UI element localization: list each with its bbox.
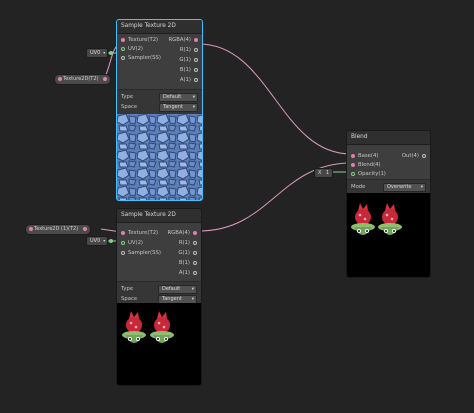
type-dropdown[interactable]: Default ▾ [159,93,198,102]
mode-row: Mode Overwrite ▾ [347,182,430,192]
output-a[interactable]: A(1) [179,268,199,278]
input-uv[interactable]: UV(2) [119,238,143,248]
uv-label: UV0 [90,238,101,244]
texture-property-node-2[interactable]: Texture2D (1)(T2) [25,224,92,235]
input-texture[interactable]: Texture(T2) [119,228,158,238]
node-ports: Texture(T2) UV(2) Sampler(SS) RGBA(4) R(… [117,223,201,281]
chevron-down-icon: ▾ [420,185,423,190]
output-b[interactable]: B(1) [180,65,200,75]
blend-preview [347,193,430,277]
output-port-icon[interactable] [83,227,88,231]
port-icon[interactable] [351,154,355,158]
opacity-value: 1 [326,170,330,176]
texture-preview [117,303,201,385]
port-icon[interactable] [194,38,198,42]
port-icon[interactable] [121,38,125,42]
port-icon[interactable] [351,172,355,176]
output-port-icon[interactable] [103,77,108,81]
opacity-axis-label: X [318,170,322,176]
output-a[interactable]: A(1) [180,75,200,85]
sample-texture-node-1[interactable]: Sample Texture 2D Texture(T2) UV(2) Samp… [116,19,203,201]
chevron-down-icon: ▾ [192,95,195,100]
input-sampler[interactable]: Sampler(SS) [119,248,161,258]
input-sampler[interactable]: Sampler(SS) [119,53,161,63]
port-icon[interactable] [121,251,125,255]
port-icon[interactable] [193,271,197,275]
output-rgba[interactable]: RGBA(4) [167,228,199,238]
node-ports: Texture(T2) UV(2) Sampler(SS) RGBA(4) R(… [117,34,202,89]
port-icon[interactable] [121,56,125,60]
port-icon[interactable] [193,241,197,245]
port-icon[interactable] [121,47,125,51]
mode-dropdown[interactable]: Overwrite ▾ [383,183,426,192]
port-icon[interactable] [194,68,198,72]
port-icon[interactable] [193,251,197,255]
uv-channel-dropdown[interactable]: UV0 ▾ [86,48,114,58]
chevron-down-icon: ▾ [191,297,194,302]
type-row: Type Default ▾ [117,284,201,294]
type-dropdown[interactable]: Default ▾ [158,285,197,294]
output-b[interactable]: B(1) [179,258,199,268]
port-icon[interactable] [193,261,197,265]
node-settings: Mode Overwrite ▾ [347,179,430,194]
texture-preview [117,114,202,200]
uv-channel-dropdown-2[interactable]: UV0 ▾ [86,236,114,246]
property-dot-icon [58,77,62,81]
output-r[interactable]: R(1) [180,45,200,55]
chevron-down-icon: ▾ [103,50,106,55]
opacity-input[interactable]: X 1 [314,168,334,178]
port-icon[interactable] [194,78,198,82]
port-icon[interactable] [194,48,198,52]
chevron-down-icon: ▾ [103,238,106,243]
property-label: Texture2D (1)(T2) [34,226,79,232]
space-row: Space Tangent ▾ [117,102,202,112]
property-dot-icon [29,227,33,231]
port-icon[interactable] [121,231,125,235]
port-icon[interactable] [121,241,125,245]
property-label: Texture2D(T2) [63,76,99,82]
texture-property-node[interactable]: Texture2D(T2) [54,74,112,85]
port-icon[interactable] [422,154,426,158]
chevron-down-icon: ▾ [192,105,195,110]
blend-node[interactable]: Blend Base(4) Blend(4) Opacity(1) Out(4)… [346,130,431,278]
port-icon[interactable] [351,163,355,167]
port-icon[interactable] [194,58,198,62]
space-dropdown[interactable]: Tangent ▾ [159,103,198,112]
uv-label: UV0 [90,50,101,56]
port-icon[interactable] [193,231,197,235]
output-g[interactable]: G(1) [178,248,199,258]
output-out[interactable]: Out(4) [402,151,428,161]
input-opacity[interactable]: Opacity(1) [349,169,386,179]
node-settings: Type Default ▾ Space Tangent ▾ [117,89,202,114]
node-title[interactable]: Blend [347,131,430,145]
output-r[interactable]: R(1) [179,238,199,248]
output-g[interactable]: G(1) [179,55,200,65]
node-title[interactable]: Sample Texture 2D [117,20,202,34]
chevron-down-icon: ▾ [191,287,194,292]
type-row: Type Default ▾ [117,92,202,102]
node-ports: Base(4) Blend(4) Opacity(1) Out(4) [347,145,430,179]
output-rgba[interactable]: RGBA(4) [168,35,200,45]
node-title[interactable]: Sample Texture 2D [117,209,201,223]
sample-texture-node-2[interactable]: Sample Texture 2D Texture(T2) UV(2) Samp… [116,208,202,386]
